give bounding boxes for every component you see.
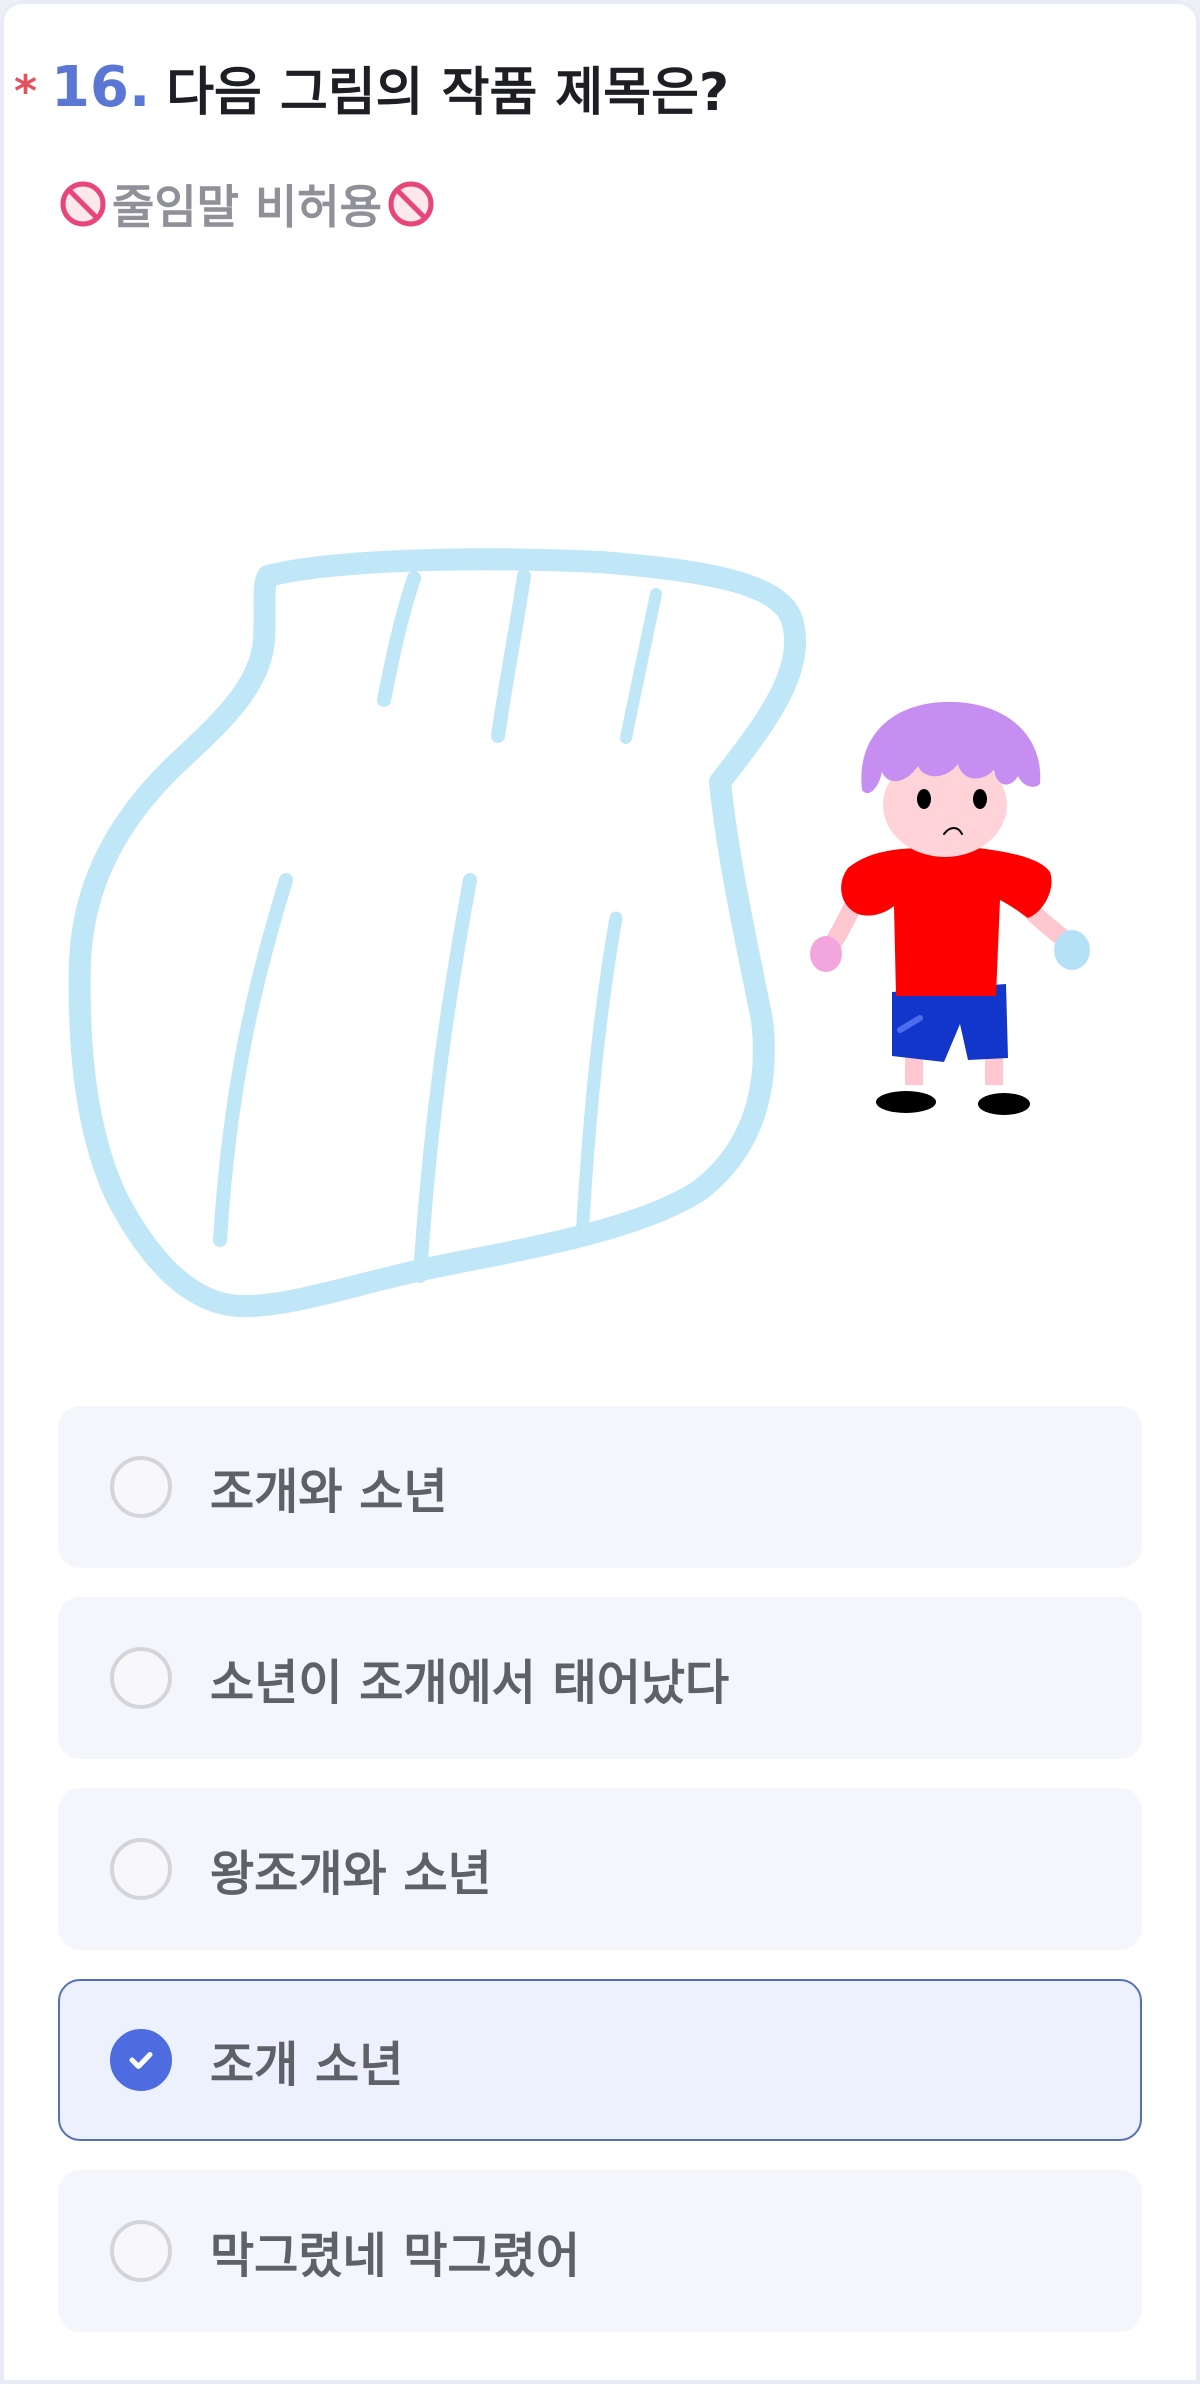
option-4-selected[interactable]: 조개 소년 [58,1979,1142,2141]
option-label: 조개와 소년 [210,1464,448,1520]
radio-button[interactable] [110,1456,172,1518]
radio-button[interactable] [110,1647,172,1709]
radio-button[interactable] [110,1838,172,1900]
question-illustration [68,548,1090,1318]
option-label: 소년이 조개에서 태어났다 [210,1655,730,1711]
checkmark-icon [129,2052,153,2069]
option-1[interactable]: 조개와 소년 [58,1406,1142,1568]
question-number: 16. [51,54,151,120]
answer-options: 조개와 소년 소년이 조개에서 태어났다 왕조개와 소년 조개 소년 막그렸네 … [58,1406,1142,2361]
radio-button-checked[interactable] [110,2029,172,2091]
option-5[interactable]: 막그렸네 막그렸어 [58,2170,1142,2332]
boy-drawing [810,701,1090,1115]
question-card: * 16. 다음 그림의 작품 제목은? 줄임말 비허용 조개와 소년 소년이 … [0,0,1200,2384]
option-2[interactable]: 소년이 조개에서 태어났다 [58,1597,1142,1759]
radio-button[interactable] [110,2220,172,2282]
question-subtitle: 줄임말 비허용 [58,172,436,236]
no-entry-icon [386,179,436,229]
option-label: 조개 소년 [210,2037,404,2093]
subtitle-text: 줄임말 비허용 [112,180,382,234]
option-label: 막그렸네 막그렸어 [210,2228,580,2284]
option-3[interactable]: 왕조개와 소년 [58,1788,1142,1950]
required-mark: * [14,65,38,117]
shell-drawing [68,548,807,1318]
no-entry-icon [58,179,108,229]
question-title: 다음 그림의 작품 제목은? [166,62,730,123]
question-header: * 16. 다음 그림의 작품 제목은? [14,52,730,123]
option-label: 왕조개와 소년 [210,1846,492,1902]
